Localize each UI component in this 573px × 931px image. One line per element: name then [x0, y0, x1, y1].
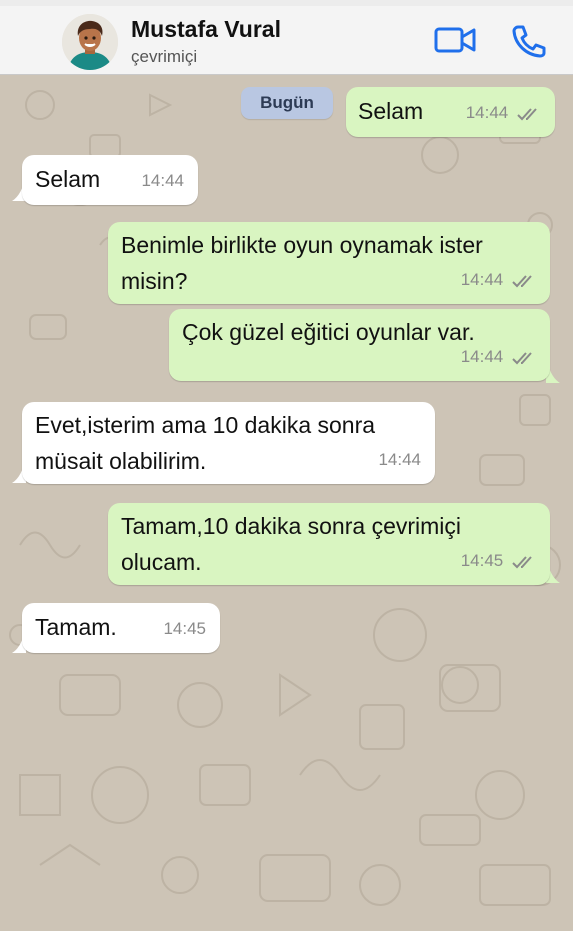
phone-call-button[interactable]: [506, 20, 554, 60]
chat-area[interactable]: Bugün Selam 14:44 Selam 14:44 Benimle bi…: [0, 75, 573, 931]
read-receipt-icon: [517, 107, 537, 120]
message-meta: 14:45: [461, 543, 536, 579]
video-call-icon: [434, 27, 476, 53]
message-incoming[interactable]: Evet,isterim ama 10 dakika sonra müsait …: [22, 402, 435, 484]
contact-status: çevrimiçi: [131, 47, 198, 66]
message-outgoing[interactable]: Çok güzel eğitici oyunlar var. 14:44: [169, 309, 550, 381]
avatar[interactable]: [62, 14, 118, 70]
message-time: 14:45: [460, 551, 504, 570]
avatar-icon: [62, 14, 118, 70]
message-time: 14:45: [163, 619, 206, 638]
message-incoming[interactable]: Tamam. 14:45: [22, 603, 220, 653]
message-incoming[interactable]: Selam 14:44: [22, 155, 198, 205]
message-text: Tamam.: [35, 614, 117, 640]
phone-icon: [512, 25, 546, 58]
message-time: 14:44: [460, 347, 504, 366]
video-call-button[interactable]: [432, 20, 480, 60]
message-time: 14:44: [465, 103, 509, 122]
message-time: 14:44: [460, 270, 504, 289]
message-outgoing[interactable]: Benimle birlikte oyun oynamak ister misi…: [108, 222, 550, 304]
message-meta: 14:44: [461, 262, 536, 298]
message-text: Evet,isterim ama 10 dakika sonra müsait …: [35, 412, 376, 474]
contact-name[interactable]: Mustafa Vural: [131, 16, 281, 43]
message-text: Selam: [358, 98, 424, 124]
message-time: 14:44: [378, 450, 421, 469]
read-receipt-icon: [512, 351, 532, 364]
message-meta: 14:44: [466, 95, 541, 131]
message-outgoing[interactable]: Tamam,10 dakika sonra çevrimiçi olucam. …: [108, 503, 550, 585]
message-text: Çok güzel eğitici oyunlar var.: [182, 319, 475, 345]
read-receipt-icon: [512, 274, 532, 287]
message-meta: 14:44: [461, 339, 536, 375]
status-bar-strip: [0, 0, 573, 6]
date-separator: Bugün: [241, 87, 333, 119]
read-receipt-icon: [512, 555, 532, 568]
chat-header: Mustafa Vural çevrimiçi: [0, 0, 573, 75]
message-time: 14:44: [141, 171, 184, 190]
message-text: Selam: [35, 166, 101, 192]
message-outgoing[interactable]: Selam 14:44: [346, 87, 555, 137]
